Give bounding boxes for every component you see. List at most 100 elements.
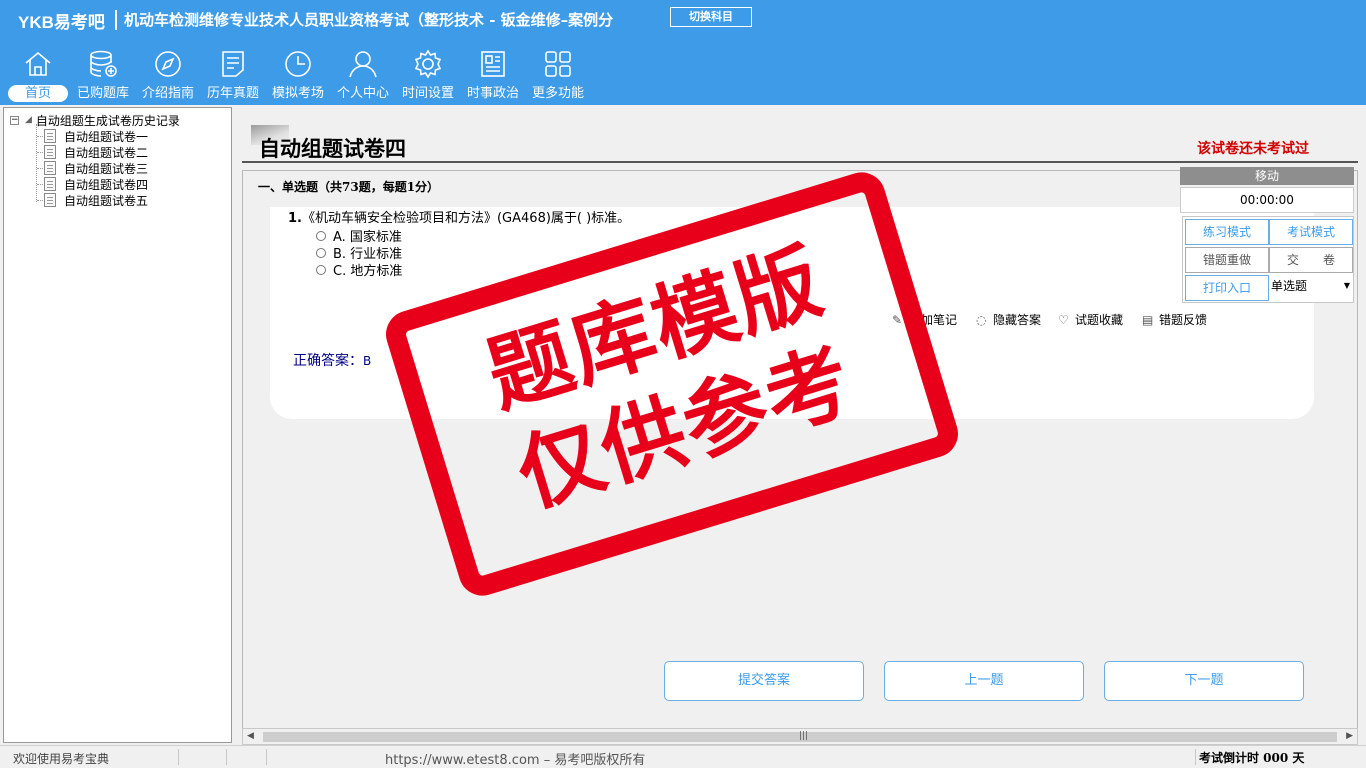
tree-item-label: 自动组题试卷五 [64, 193, 149, 208]
header-bar: YKB易考吧 机动车检测维修专业技术人员职业资格考试（整形技术 - 钣金维修–案… [0, 0, 1366, 105]
tree-collapse-toggle[interactable]: − [10, 115, 19, 125]
switch-subject-button[interactable]: 切换科目 [670, 7, 752, 27]
clock-icon [285, 51, 311, 77]
document-icon [44, 193, 56, 207]
heart-icon: ♡ [1058, 312, 1069, 327]
eye-hidden-icon: ◌ [976, 312, 987, 327]
submit-answer-button[interactable]: 提交答案 [664, 661, 864, 701]
section-header: 一、单选题（共73题，每题1分） [258, 180, 440, 194]
redo-wrong-button[interactable]: 错题重做 [1185, 247, 1269, 273]
status-divider [1195, 749, 1196, 765]
question-number: 1. [288, 211, 302, 226]
exam-status-label: 该试卷还未考试过 [1197, 141, 1309, 157]
paper-title: 自动组题试卷四 [259, 136, 406, 161]
tree-item-paper-5[interactable]: 自动组题试卷五 [44, 192, 148, 208]
report-error-button[interactable]: ▤ 错题反馈 [1142, 311, 1207, 328]
nav-past-exams[interactable]: 历年真题 [202, 48, 264, 104]
correct-answer: 正确答案：B [293, 350, 371, 370]
nav-current-affairs[interactable]: 时事政治 [462, 48, 524, 104]
tree-root[interactable]: − ◢ 自动组题生成试卷历史记录 [10, 112, 180, 128]
scroll-thumb[interactable]: ||| [263, 731, 1337, 742]
print-button[interactable]: 打印入口 [1185, 275, 1269, 301]
tree-root-label: 自动组题生成试卷历史记录 [35, 113, 180, 128]
nav-past-exams-label: 历年真题 [206, 86, 259, 101]
document-icon [44, 145, 56, 159]
newspaper-icon [481, 51, 505, 77]
answer-value: B [363, 354, 372, 368]
question-stem: 1.《机动车辆安全检验项目和方法》(GA468)属于( )标准。 [288, 207, 630, 226]
panel-move-handle[interactable]: 移动 [1180, 167, 1354, 185]
tree-root-arrow-icon: ◢ [25, 115, 32, 125]
nav-mock-exam-label: 模拟考场 [271, 86, 324, 101]
radio-button[interactable] [316, 230, 326, 241]
favorite-label: 试题收藏 [1075, 313, 1124, 327]
tree-item-label: 自动组题试卷一 [64, 129, 149, 144]
answer-label: 正确答案： [293, 353, 363, 369]
status-divider [226, 749, 227, 765]
tree-item-paper-3[interactable]: 自动组题试卷三 [44, 160, 148, 176]
question-type-value: 单选题 [1271, 279, 1308, 293]
report-icon: ▤ [1142, 312, 1154, 327]
tree-item-paper-4[interactable]: 自动组题试卷四 [44, 176, 148, 192]
exam-countdown: 考试倒计时 000 天 [1199, 751, 1305, 765]
nav-personal-label: 个人中心 [336, 86, 389, 101]
favorite-button[interactable]: ♡ 试题收藏 [1058, 311, 1123, 328]
exam-mode-button[interactable]: 考试模式 [1269, 219, 1353, 245]
nav-home[interactable]: 首页 [8, 48, 68, 104]
radio-button[interactable] [316, 264, 326, 275]
document-icon [44, 129, 56, 143]
nav-purchased-banks[interactable]: 已购题库 [72, 48, 134, 104]
nav-home-label: 首页 [8, 85, 68, 102]
title-divider [115, 10, 117, 30]
option-label: C. 地方标准 [333, 264, 403, 279]
status-divider [178, 749, 179, 765]
grip-icon: ||| [799, 731, 809, 741]
radio-button[interactable] [316, 247, 326, 258]
chevron-down-icon: ▼ [1343, 281, 1350, 290]
copyright-text: https://www.etest8.com – 易考吧版权所有 [385, 753, 646, 768]
welcome-text: 欢迎使用易考宝典 [13, 752, 110, 766]
question-type-select[interactable]: 单选题 ▼ [1269, 275, 1353, 299]
previous-question-button[interactable]: 上一题 [884, 661, 1084, 701]
nav-time-settings[interactable]: 时间设置 [397, 48, 459, 104]
gear-icon [414, 49, 442, 79]
compass-icon [155, 51, 181, 77]
tree-item-label: 自动组题试卷二 [64, 145, 149, 160]
exam-timer: 00:00:00 [1180, 187, 1354, 213]
next-question-button[interactable]: 下一题 [1104, 661, 1304, 701]
scroll-right-icon[interactable]: ▶ [1346, 731, 1353, 741]
document-open-icon [44, 177, 56, 191]
report-label: 错题反馈 [1159, 313, 1208, 327]
scroll-left-icon[interactable]: ◀ [247, 731, 254, 741]
question-text: 《机动车辆安全检验项目和方法》(GA468)属于( )标准。 [301, 211, 631, 226]
nav-guide-label: 介绍指南 [141, 86, 194, 101]
home-icon [25, 51, 51, 76]
nav-current-affairs-label: 时事政治 [466, 86, 519, 101]
title-divider [242, 161, 1358, 163]
nav-purchased-label: 已购题库 [76, 86, 129, 101]
tree-item-paper-2[interactable]: 自动组题试卷二 [44, 144, 148, 160]
list-doc-icon [222, 51, 244, 77]
nav-more-features[interactable]: 更多功能 [527, 48, 589, 104]
database-icon [90, 50, 117, 77]
status-divider [266, 749, 267, 765]
tree-item-label: 自动组题试卷三 [64, 161, 149, 176]
practice-mode-button[interactable]: 练习模式 [1185, 219, 1269, 245]
tree-item-label: 自动组题试卷四 [64, 177, 149, 192]
nav-guide[interactable]: 介绍指南 [137, 48, 199, 104]
user-icon [349, 51, 377, 78]
nav-personal-center[interactable]: 个人中心 [332, 48, 394, 104]
grid-icon [545, 51, 571, 77]
app-logo: YKB易考吧 [18, 13, 105, 32]
horizontal-scrollbar[interactable]: ◀ ||| ▶ [242, 728, 1358, 745]
hide-answer-button[interactable]: ◌ 隐藏答案 [976, 311, 1041, 328]
app-title: 机动车检测维修专业技术人员职业资格考试（整形技术 - 钣金维修–案例分 [124, 11, 614, 29]
document-icon [44, 161, 56, 175]
app-window: YKB易考吧 机动车检测维修专业技术人员职业资格考试（整形技术 - 钣金维修–案… [0, 0, 1366, 768]
history-tree: − ◢ 自动组题生成试卷历史记录 自动组题试卷一 自动组题试卷二 自动组题试卷三… [3, 107, 232, 743]
nav-mock-exam[interactable]: 模拟考场 [267, 48, 329, 104]
nav-time-settings-label: 时间设置 [401, 86, 454, 101]
hand-in-button[interactable]: 交 卷 [1269, 247, 1353, 273]
tree-item-paper-1[interactable]: 自动组题试卷一 [44, 128, 148, 144]
option-c[interactable]: C. 地方标准 [316, 260, 402, 279]
